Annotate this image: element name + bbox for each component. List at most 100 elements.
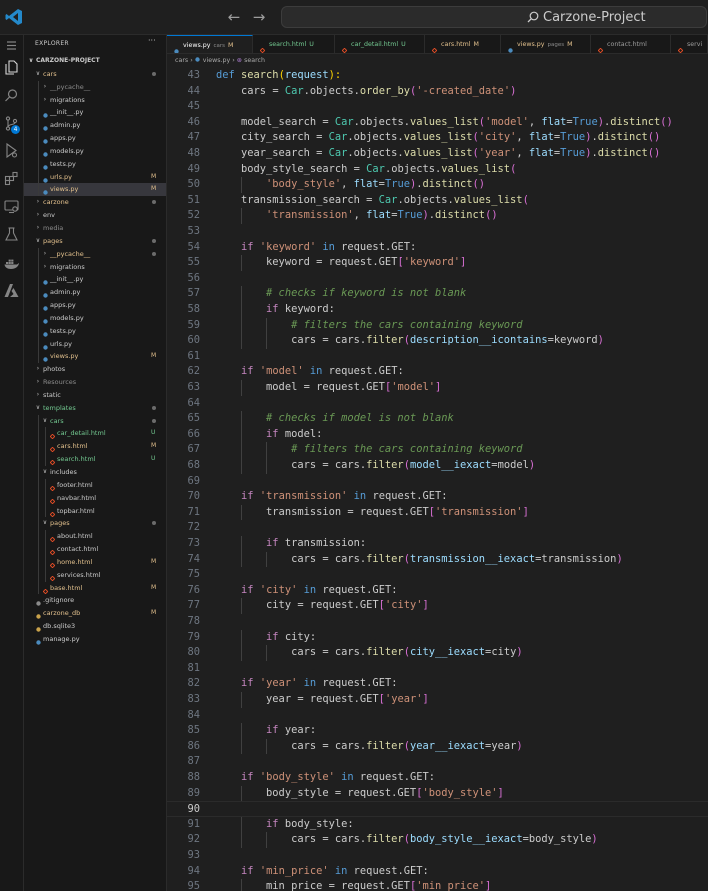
- code-line[interactable]: 72: [167, 520, 708, 536]
- tree-folder[interactable]: › __pycache__: [24, 80, 166, 94]
- chevron-down-icon[interactable]: ∨: [42, 517, 48, 530]
- chevron-right-icon[interactable]: ›: [42, 248, 48, 261]
- tree-folder[interactable]: › carzone: [24, 196, 166, 209]
- tree-file[interactable]: admin.py: [24, 119, 166, 133]
- chevron-down-icon[interactable]: ∨: [35, 235, 41, 248]
- tree-file[interactable]: topbar.html: [24, 504, 166, 518]
- tree-folder[interactable]: › media: [24, 222, 166, 235]
- code-line[interactable]: 48 year_search = Car.objects.values_list…: [167, 146, 708, 162]
- code-line[interactable]: 81: [167, 661, 708, 677]
- code-line[interactable]: 87: [167, 754, 708, 770]
- chevron-down-icon[interactable]: ∨: [42, 415, 48, 428]
- tree-file[interactable]: __init__.py: [24, 106, 166, 120]
- editor-tab[interactable]: search.html U: [253, 35, 335, 53]
- tree-folder[interactable]: ∨ includes: [24, 466, 166, 479]
- tree-folder[interactable]: › __pycache__: [24, 247, 166, 261]
- code-line[interactable]: 76 if 'city' in request.GET:: [167, 583, 708, 599]
- vscode-logo-icon[interactable]: [5, 8, 23, 26]
- code-line[interactable]: 73 if transmission:: [167, 536, 708, 552]
- tree-file[interactable]: urls.py M: [24, 170, 166, 184]
- tree-file[interactable]: cars.html M: [24, 440, 166, 454]
- code-line[interactable]: 95 min_price = request.GET['min_price']: [167, 879, 708, 891]
- chevron-down-icon[interactable]: ∨: [42, 466, 48, 479]
- code-line[interactable]: 79 if city:: [167, 629, 708, 646]
- search-icon[interactable]: [3, 87, 20, 104]
- tree-file[interactable]: tests.py: [24, 324, 166, 338]
- tree-folder[interactable]: › photos: [24, 363, 166, 376]
- chevron-right-icon[interactable]: ›: [35, 363, 41, 376]
- tree-folder[interactable]: ∨ templates: [24, 402, 166, 415]
- code-line[interactable]: 46 model_search = Car.objects.values_lis…: [167, 115, 708, 131]
- menu-icon[interactable]: [3, 37, 20, 54]
- tree-file[interactable]: contact.html: [24, 543, 166, 556]
- azure-icon[interactable]: [3, 282, 20, 299]
- code-line[interactable]: 85 if year:: [167, 723, 708, 739]
- command-center-search[interactable]: Carzone-Project: [281, 6, 707, 28]
- editor-tab[interactable]: contact.html: [591, 35, 671, 53]
- code-line[interactable]: 50 'body_style', flat=True).distinct(): [167, 177, 708, 193]
- tree-folder[interactable]: ∨ CARZONE-PROJECT: [24, 55, 166, 68]
- tree-file[interactable]: urls.py: [24, 337, 166, 351]
- chevron-down-icon[interactable]: ∨: [28, 55, 34, 68]
- tree-folder[interactable]: › migrations: [24, 260, 166, 274]
- code-line[interactable]: 49 body_style_search = Car.objects.value…: [167, 162, 708, 178]
- code-line[interactable]: 80 cars = cars.filter(city__iexact=city): [167, 645, 708, 661]
- code-line[interactable]: 61: [167, 349, 708, 365]
- code-line[interactable]: 51 transmission_search = Car.objects.val…: [167, 193, 708, 209]
- tree-file[interactable]: views.py M: [24, 350, 166, 364]
- code-line[interactable]: 83 year = request.GET['year']: [167, 692, 708, 708]
- code-line[interactable]: 92 cars = cars.filter(body_style__iexact…: [167, 832, 708, 848]
- chevron-right-icon[interactable]: ›: [35, 222, 41, 235]
- code-line[interactable]: 65 # checks if model is not blank: [167, 411, 708, 427]
- code-line[interactable]: 86 cars = cars.filter(year__iexact=year): [167, 738, 708, 755]
- chevron-right-icon[interactable]: ›: [42, 261, 48, 274]
- tree-file[interactable]: views.py M: [24, 183, 166, 197]
- chevron-right-icon[interactable]: ›: [35, 376, 41, 389]
- code-line[interactable]: 82 if 'year' in request.GET:: [167, 676, 708, 692]
- code-line[interactable]: 56: [167, 271, 708, 287]
- code-line[interactable]: 90: [167, 801, 708, 817]
- tree-file[interactable]: footer.html: [24, 478, 166, 492]
- tree-file[interactable]: models.py: [24, 144, 166, 158]
- code-line[interactable]: 55 keyword = request.GET['keyword']: [167, 255, 708, 271]
- code-line[interactable]: 94 if 'min_price' in request.GET:: [167, 864, 708, 880]
- chevron-right-icon[interactable]: ›: [35, 389, 41, 402]
- tree-file[interactable]: apps.py: [24, 299, 166, 312]
- testing-flask-icon[interactable]: [3, 226, 20, 243]
- code-line[interactable]: 45: [167, 99, 708, 115]
- code-line[interactable]: 69: [167, 474, 708, 490]
- code-line[interactable]: 75: [167, 567, 708, 583]
- code-line[interactable]: 93: [167, 848, 708, 864]
- tree-file[interactable]: apps.py: [24, 132, 166, 145]
- code-line[interactable]: 53: [167, 224, 708, 240]
- code-line[interactable]: 62 if 'model' in request.GET:: [167, 364, 708, 380]
- remote-explorer-icon[interactable]: [3, 198, 20, 215]
- chevron-right-icon[interactable]: ›: [35, 209, 41, 222]
- tree-file[interactable]: base.html M: [24, 581, 166, 595]
- tree-file[interactable]: search.html U: [24, 453, 166, 466]
- arrow-right-icon[interactable]: →: [250, 8, 268, 26]
- tree-folder[interactable]: ∨ cars: [24, 414, 166, 428]
- tree-folder[interactable]: › env: [24, 209, 166, 222]
- tree-file[interactable]: home.html M: [24, 555, 166, 569]
- breadcrumb-item[interactable]: search: [244, 57, 265, 64]
- chevron-right-icon[interactable]: ›: [42, 81, 48, 94]
- code-line[interactable]: 68 cars = cars.filter(model__iexact=mode…: [167, 458, 708, 474]
- extensions-icon[interactable]: [3, 170, 20, 187]
- code-line[interactable]: 66 if model:: [167, 426, 708, 443]
- code-line[interactable]: 58 if keyword:: [167, 302, 708, 318]
- editor-tab[interactable]: servi: [671, 35, 708, 53]
- code-line[interactable]: 59 # filters the cars containing keyword: [167, 317, 708, 334]
- editor-tab[interactable]: car_detail.html U: [335, 35, 425, 53]
- arrow-left-icon[interactable]: ←: [225, 8, 243, 26]
- tree-file[interactable]: .gitignore: [24, 594, 166, 607]
- code-line[interactable]: 63 model = request.GET['model']: [167, 380, 708, 396]
- chevron-down-icon[interactable]: ∨: [35, 402, 41, 415]
- code-line[interactable]: 67 # filters the cars containing keyword: [167, 442, 708, 458]
- editor-tab[interactable]: views.py pages M: [501, 35, 591, 53]
- editor-tab[interactable]: views.py cars M: [167, 35, 253, 53]
- code-line[interactable]: 84: [167, 708, 708, 724]
- tree-folder[interactable]: ∨ pages: [24, 517, 166, 531]
- tree-file[interactable]: navbar.html: [24, 491, 166, 505]
- code-line[interactable]: 74 cars = cars.filter(transmission__iexa…: [167, 551, 708, 568]
